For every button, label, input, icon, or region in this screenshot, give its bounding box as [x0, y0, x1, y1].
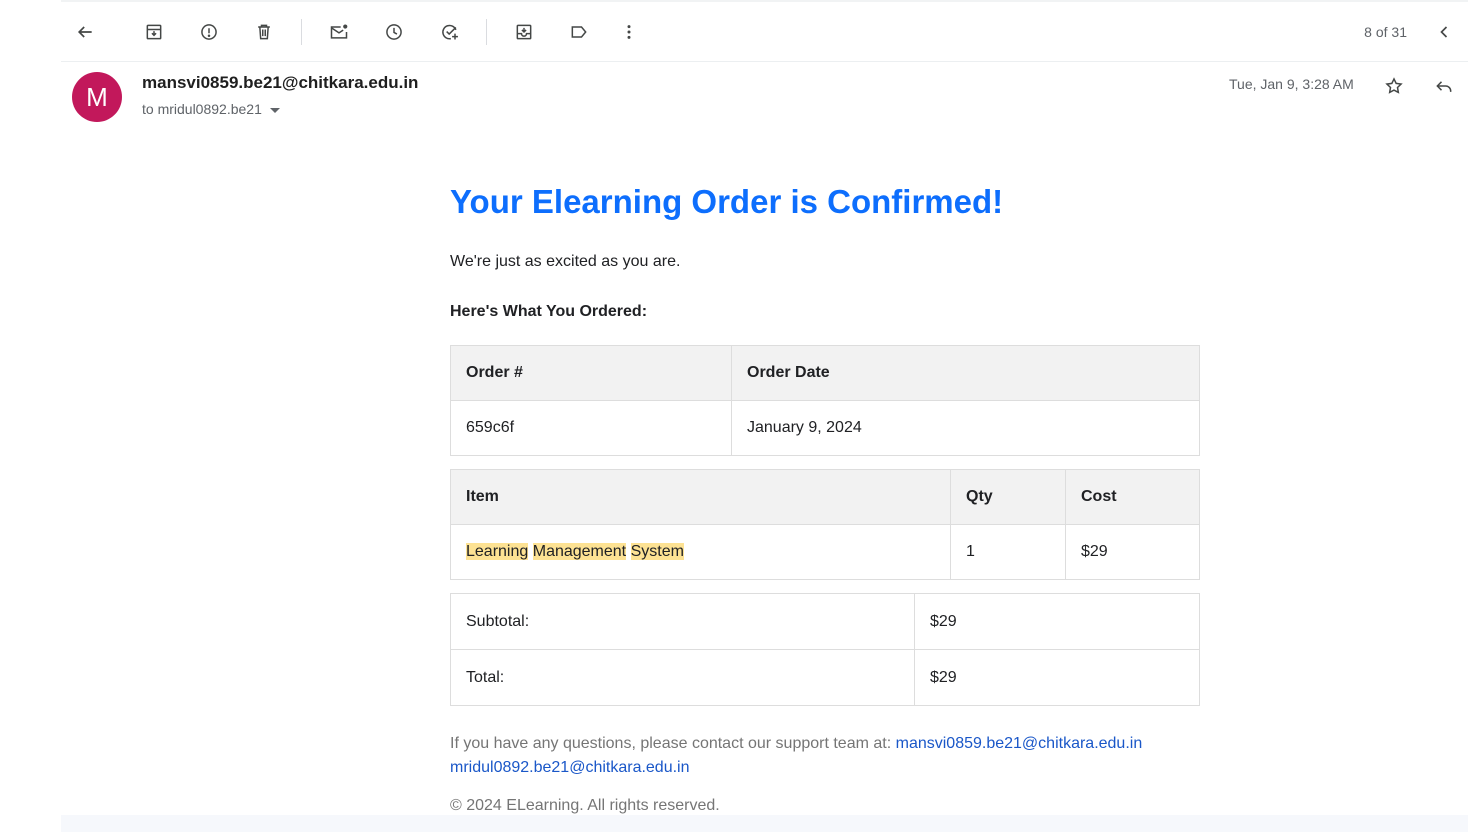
highlight: Learning [466, 543, 529, 560]
table-row: Total: $29 [450, 649, 1200, 706]
move-to-icon[interactable] [504, 12, 544, 52]
message-toolbar: 8 of 31 [61, 2, 1468, 62]
item-name: Learning Management System [450, 524, 951, 580]
items-table: Item Qty Cost Learning Management System… [450, 469, 1200, 580]
avatar[interactable]: M [72, 72, 122, 122]
header-order-number: Order # [450, 345, 732, 401]
order-date: January 9, 2024 [731, 400, 1200, 456]
chevron-down-icon[interactable] [269, 107, 280, 113]
item-cost: $29 [1065, 524, 1200, 580]
add-task-icon[interactable] [430, 12, 470, 52]
archive-icon[interactable] [134, 12, 174, 52]
contact-email-link[interactable]: mridul0892.be21@chitkara.edu.in [450, 759, 690, 776]
highlight: Management [532, 543, 627, 560]
pager-count: 8 of 31 [1364, 24, 1407, 40]
star-icon[interactable] [1378, 70, 1410, 102]
toolbar-divider [486, 19, 487, 45]
header-cost: Cost [1065, 469, 1200, 525]
delete-icon[interactable] [244, 12, 284, 52]
more-icon[interactable] [609, 12, 649, 52]
sender-address[interactable]: mansvi0859.be21@chitkara.edu.in [142, 73, 418, 93]
left-gutter [0, 0, 61, 832]
recipient-line[interactable]: to mridul0892.be21 [142, 101, 280, 117]
subtotal-label: Subtotal: [450, 593, 915, 650]
total-value: $29 [914, 649, 1200, 706]
bottom-band [61, 815, 1468, 832]
label-icon[interactable] [559, 12, 599, 52]
order-number: 659c6f [450, 400, 732, 456]
header-order-date: Order Date [731, 345, 1200, 401]
total-label: Total: [450, 649, 915, 706]
mark-unread-icon[interactable] [319, 12, 359, 52]
snooze-icon[interactable] [374, 12, 414, 52]
reply-icon[interactable] [1428, 70, 1460, 102]
order-info-table: Order # Order Date 659c6f January 9, 202… [450, 345, 1200, 456]
report-spam-icon[interactable] [189, 12, 229, 52]
recipient-label: to mridul0892.be21 [142, 101, 262, 117]
contact-text: If you have any questions, please contac… [450, 735, 896, 752]
header-qty: Qty [950, 469, 1066, 525]
support-contact: If you have any questions, please contac… [450, 732, 1210, 780]
table-header-row: Item Qty Cost [450, 469, 1200, 525]
table-row: Learning Management System 1 $29 [450, 524, 1200, 580]
email-body: Your Elearning Order is Confirmed! We're… [450, 180, 1200, 706]
totals-table: Subtotal: $29 Total: $29 [450, 593, 1200, 706]
email-title: Your Elearning Order is Confirmed! [450, 183, 1004, 220]
intro-text: We're just as excited as you are. [450, 253, 681, 270]
table-header-row: Order # Order Date [450, 345, 1200, 401]
message-date: Tue, Jan 9, 3:28 AM [1229, 76, 1354, 92]
subtotal-value: $29 [914, 593, 1200, 650]
item-qty: 1 [950, 524, 1066, 580]
table-row: Subtotal: $29 [450, 593, 1200, 650]
table-row: 659c6f January 9, 2024 [450, 400, 1200, 456]
copyright-text: © 2024 ELearning. All rights reserved. [450, 797, 720, 814]
toolbar-divider [301, 19, 302, 45]
back-icon[interactable] [65, 12, 105, 52]
contact-email-link[interactable]: mansvi0859.be21@chitkara.edu.in [896, 735, 1143, 752]
order-subhead: Here's What You Ordered: [450, 303, 648, 320]
prev-icon[interactable] [1424, 12, 1464, 52]
header-item: Item [450, 469, 951, 525]
highlight: System [630, 543, 684, 560]
